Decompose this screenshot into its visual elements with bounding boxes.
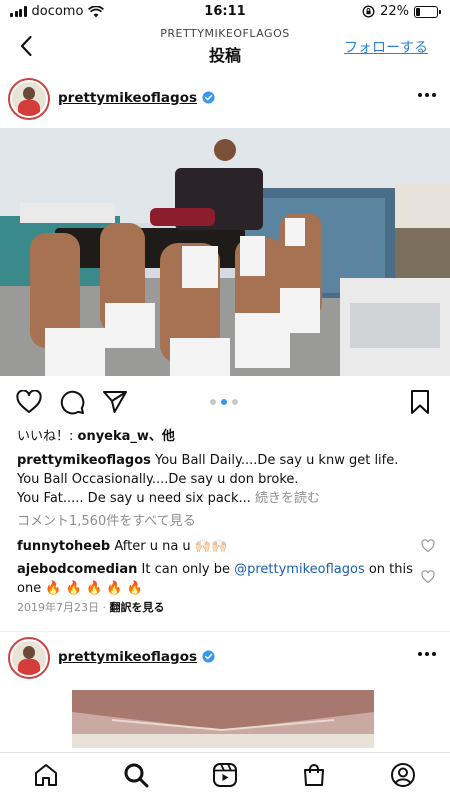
post-header: prettymikeoflagos [0,73,450,127]
view-all-comments[interactable]: コメント1,560件をすべて見る [17,512,196,531]
verified-badge-icon [202,91,215,104]
carousel-dot [232,399,238,405]
caption-line: prettymikeoflagos You Ball Daily....De s… [17,451,398,470]
carousel-indicator [210,399,238,405]
likes-line: いいね！: onyeka_w、他 [17,427,175,446]
tab-search[interactable] [122,761,150,789]
meta-separator: · [99,601,110,614]
verified-badge-icon [202,650,215,663]
more-options-button[interactable] [418,652,436,656]
avatar[interactable] [8,78,50,120]
comment-line: ajebodcomedian It can only be @prettymik… [17,560,413,579]
post-username[interactable]: prettymikeoflagos [58,649,197,665]
comment-like-icon[interactable] [421,570,435,584]
carousel-dot [210,399,216,405]
follow-button[interactable]: フォローする [344,37,428,57]
more-options-button[interactable] [418,93,436,97]
heart-icon [16,390,42,413]
comment-icon [60,390,85,415]
post-photo[interactable] [72,690,374,748]
shop-icon [304,764,324,786]
battery-percent: 22% [380,4,409,19]
search-icon [124,763,149,788]
orientation-lock-icon [362,5,375,18]
comment-button[interactable] [58,388,86,416]
post-date: 2019年7月23日 [17,601,99,614]
profile-icon [391,763,415,787]
avatar[interactable] [8,637,50,679]
avatar-image [12,641,46,675]
translate-link[interactable]: 翻訳を見る [110,601,165,614]
comment-text-end: on this [364,562,413,577]
caption-text-1: You Ball Daily....De say u knw get life. [150,453,399,468]
likes-user[interactable]: onyeka_w [78,429,149,444]
status-bar: docomo 16:11 22% [0,0,450,24]
comment-item: ajebodcomedian It can only be @prettymik… [17,560,413,598]
likes-prefix: いいね！: [17,429,78,444]
bottom-tab-bar [0,752,450,800]
comment-line-2: one 🔥 🔥 🔥 🔥 🔥 [17,581,143,596]
share-button[interactable] [101,388,129,416]
save-button[interactable] [406,388,434,416]
post-meta: 2019年7月23日 · 翻訳を見る [17,598,165,617]
post-actions [0,388,450,416]
comment-text: After u na u 🙌🏻🙌🏻 [110,539,228,554]
post-image [0,128,450,376]
post-image [72,690,374,748]
likes-suffix[interactable]: 、他 [149,429,175,444]
caption-line-3: You Fat..... De say u need six pack... 続… [17,489,398,508]
caption: prettymikeoflagos You Ball Daily....De s… [17,451,398,508]
comment-username[interactable]: ajebodcomedian [17,562,137,577]
caption-username[interactable]: prettymikeoflagos [17,453,151,468]
bookmark-icon [411,390,429,414]
tab-shop[interactable] [300,761,328,789]
battery-icon [414,5,441,18]
carousel-dot-active [221,399,227,405]
reels-icon [213,763,237,787]
avatar-image [12,82,46,116]
caption-text-3: You Fat..... De say u need six pack... [17,491,251,506]
caption-text-2: You Ball Occasionally....De say u don br… [17,472,299,487]
comment-text: It can only be [137,562,235,577]
home-icon [35,764,57,786]
comment-username[interactable]: funnytoheeb [17,539,110,554]
send-icon [103,391,127,413]
comment-item: funnytoheeb After u na u 🙌🏻🙌🏻 [17,537,227,556]
read-more-link[interactable]: 続きを読む [251,491,320,506]
post-header: prettymikeoflagos [0,631,450,685]
comment-like-icon[interactable] [421,539,435,553]
top-nav: PRETTYMIKEOFLAGOS 投稿 フォローする [0,24,450,68]
post-photo[interactable] [0,128,450,376]
like-button[interactable] [15,388,43,416]
tab-home[interactable] [32,761,60,789]
post-username[interactable]: prettymikeoflagos [58,90,197,106]
tab-profile[interactable] [389,761,417,789]
status-right: 22% [362,4,441,19]
tab-reels[interactable] [211,761,239,789]
comment-mention[interactable]: @prettymikeoflagos [234,562,365,577]
